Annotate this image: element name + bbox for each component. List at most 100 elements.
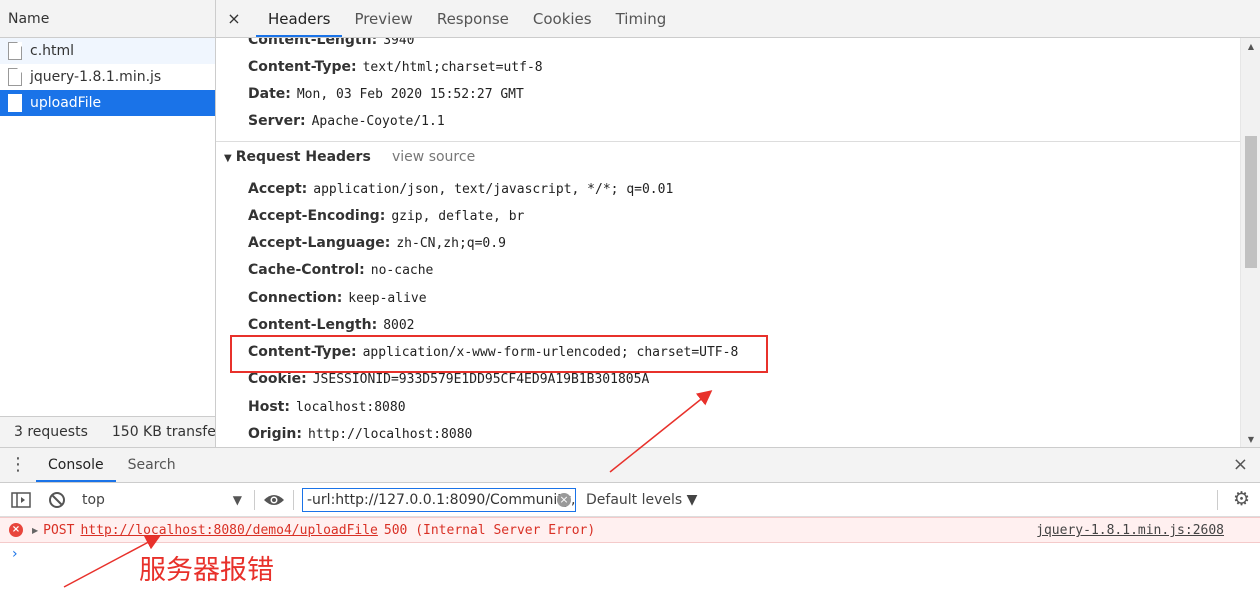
close-drawer-icon[interactable]: × [1233, 454, 1248, 475]
clear-console-icon[interactable] [46, 489, 68, 511]
tab-console[interactable]: Console [36, 447, 116, 482]
request-count: 3 requests [14, 424, 88, 440]
header-value: Mon, 03 Feb 2020 15:52:27 GMT [296, 87, 524, 102]
network-status-bar: 3 requests 150 KB transferred [0, 416, 215, 447]
header-key: Content-Length: [248, 38, 378, 48]
header-key: Accept-Language: [248, 235, 391, 251]
close-details-icon[interactable]: × [224, 0, 244, 37]
divider [254, 489, 255, 510]
header-row: Content-Length: 3940 [248, 38, 415, 50]
header-key: Accept: [248, 181, 308, 197]
header-row: Date: Mon, 03 Feb 2020 15:52:27 GMT [248, 84, 524, 104]
tab-timing[interactable]: Timing [604, 0, 679, 37]
header-key: Server: [248, 113, 306, 129]
transferred-size: 150 KB transferred [111, 424, 215, 440]
request-headers-toggle[interactable]: ▼ Request Headers [224, 149, 371, 165]
annotation-highlight-box [230, 335, 768, 373]
section-title: Request Headers [235, 149, 371, 165]
network-panel: Name c.html jquery-1.8.1.min.js uploadFi… [0, 0, 1260, 447]
header-row: Content-Length: 8002 [248, 315, 415, 335]
header-row: Connection: keep-alive [248, 288, 427, 308]
view-source-link[interactable]: view source [392, 149, 475, 165]
document-icon [8, 42, 22, 60]
triangle-down-icon: ▼ [224, 153, 232, 164]
log-levels-dropdown[interactable]: Default levels ▼ [586, 492, 697, 508]
request-item-label: c.html [30, 43, 75, 59]
name-column-header[interactable]: Name [0, 0, 215, 38]
header-row: Server: Apache-Coyote/1.1 [248, 111, 445, 131]
error-source-link[interactable]: jquery-1.8.1.min.js:2608 [1036, 523, 1224, 538]
clear-filter-icon[interactable]: × [557, 492, 571, 507]
header-value: Apache-Coyote/1.1 [311, 114, 445, 129]
header-value: 8002 [383, 318, 415, 333]
tab-preview[interactable]: Preview [342, 0, 424, 37]
header-key: Date: [248, 86, 291, 102]
header-value: http://localhost:8080 [308, 427, 473, 442]
headers-content: Content-Length: 3940 Content-Type: text/ht… [216, 38, 1240, 447]
document-icon [8, 94, 22, 112]
header-row: Content-Type: text/html;charset=utf-8 [248, 57, 543, 77]
divider [1217, 490, 1218, 510]
headers-scrollbar[interactable]: ▲ ▼ [1240, 38, 1260, 447]
detail-tab-bar: × Headers Preview Response Cookies Timin… [216, 0, 1260, 38]
header-row: Accept-Language: zh-CN,zh;q=0.9 [248, 233, 506, 253]
header-key: Host: [248, 399, 290, 415]
eye-icon[interactable] [263, 489, 285, 511]
document-icon [8, 68, 22, 86]
tab-search[interactable]: Search [116, 447, 188, 482]
request-item-c-html[interactable]: c.html [0, 38, 215, 64]
console-prompt-icon[interactable]: › [12, 546, 18, 562]
context-selector[interactable]: top ▼ [80, 488, 246, 512]
request-item-label: jquery-1.8.1.min.js [30, 69, 162, 85]
header-value: localhost:8080 [295, 400, 406, 415]
divider [293, 489, 294, 510]
header-value: zh-CN,zh;q=0.9 [396, 236, 506, 251]
expand-triangle-icon[interactable]: ▶ [32, 526, 38, 535]
scrollbar-thumb[interactable] [1245, 136, 1257, 268]
request-item-jquery[interactable]: jquery-1.8.1.min.js [0, 64, 215, 90]
console-toolbar: top ▼ -url:http://127.0.0.1:8090/Communi… [0, 483, 1260, 517]
console-filter-input[interactable]: -url:http://127.0.0.1:8090/Community, × [302, 487, 576, 512]
header-key: Content-Length: [248, 317, 378, 333]
scroll-down-icon[interactable]: ▼ [1241, 431, 1260, 447]
header-row: Cache-Control: no-cache [248, 260, 433, 280]
tab-response[interactable]: Response [425, 0, 521, 37]
header-value: no-cache [370, 263, 434, 278]
tab-headers[interactable]: Headers [256, 0, 343, 37]
header-key: Origin: [248, 426, 302, 442]
more-options-icon[interactable]: ⋮ [0, 447, 36, 482]
tab-cookies[interactable]: Cookies [521, 0, 604, 37]
header-key: Connection: [248, 290, 343, 306]
section-divider [216, 141, 1240, 142]
header-key: Cache-Control: [248, 262, 365, 278]
header-row: Accept-Encoding: gzip, deflate, br [248, 206, 524, 226]
header-row: Origin: http://localhost:8080 [248, 424, 472, 444]
annotation-text: 服务器报错 [139, 555, 274, 586]
drawer-tab-bar: ⋮ Console Search × [0, 448, 1260, 483]
gear-icon[interactable]: ⚙ [1233, 488, 1250, 510]
header-value: gzip, deflate, br [391, 209, 525, 224]
sidebar-toggle-icon[interactable] [10, 489, 32, 511]
scroll-up-icon[interactable]: ▲ [1241, 38, 1260, 54]
error-method: POST [43, 522, 75, 538]
context-value: top [82, 491, 105, 508]
error-url-link[interactable]: http://localhost:8080/demo4/uploadFile [80, 523, 377, 538]
header-key: Accept-Encoding: [248, 208, 386, 224]
error-icon: × [9, 523, 23, 537]
header-key: Content-Type: [248, 59, 357, 75]
header-value: text/html;charset=utf-8 [362, 60, 543, 75]
request-list: Name c.html jquery-1.8.1.min.js uploadFi… [0, 0, 216, 447]
error-status: 500 (Internal Server Error) [383, 522, 596, 538]
filter-value: -url:http://127.0.0.1:8090/Community, [307, 491, 576, 508]
header-row: Host: localhost:8080 [248, 397, 406, 417]
request-item-label: uploadFile [30, 95, 102, 111]
header-value: JSESSIONID=933D579E1DD95CF4ED9A19B1B3018… [312, 372, 650, 387]
dropdown-arrow-icon: ▼ [232, 492, 242, 507]
header-row: Accept: application/json, text/javascript… [248, 179, 673, 199]
header-key: Cookie: [248, 371, 307, 387]
header-value: application/json, text/javascript, */*; … [313, 182, 674, 197]
header-value: 3940 [383, 38, 415, 48]
console-error-message: × ▶ POST http://localhost:8080/demo4/upl… [0, 517, 1260, 543]
header-value: keep-alive [348, 291, 427, 306]
request-item-uploadfile[interactable]: uploadFile [0, 90, 215, 116]
